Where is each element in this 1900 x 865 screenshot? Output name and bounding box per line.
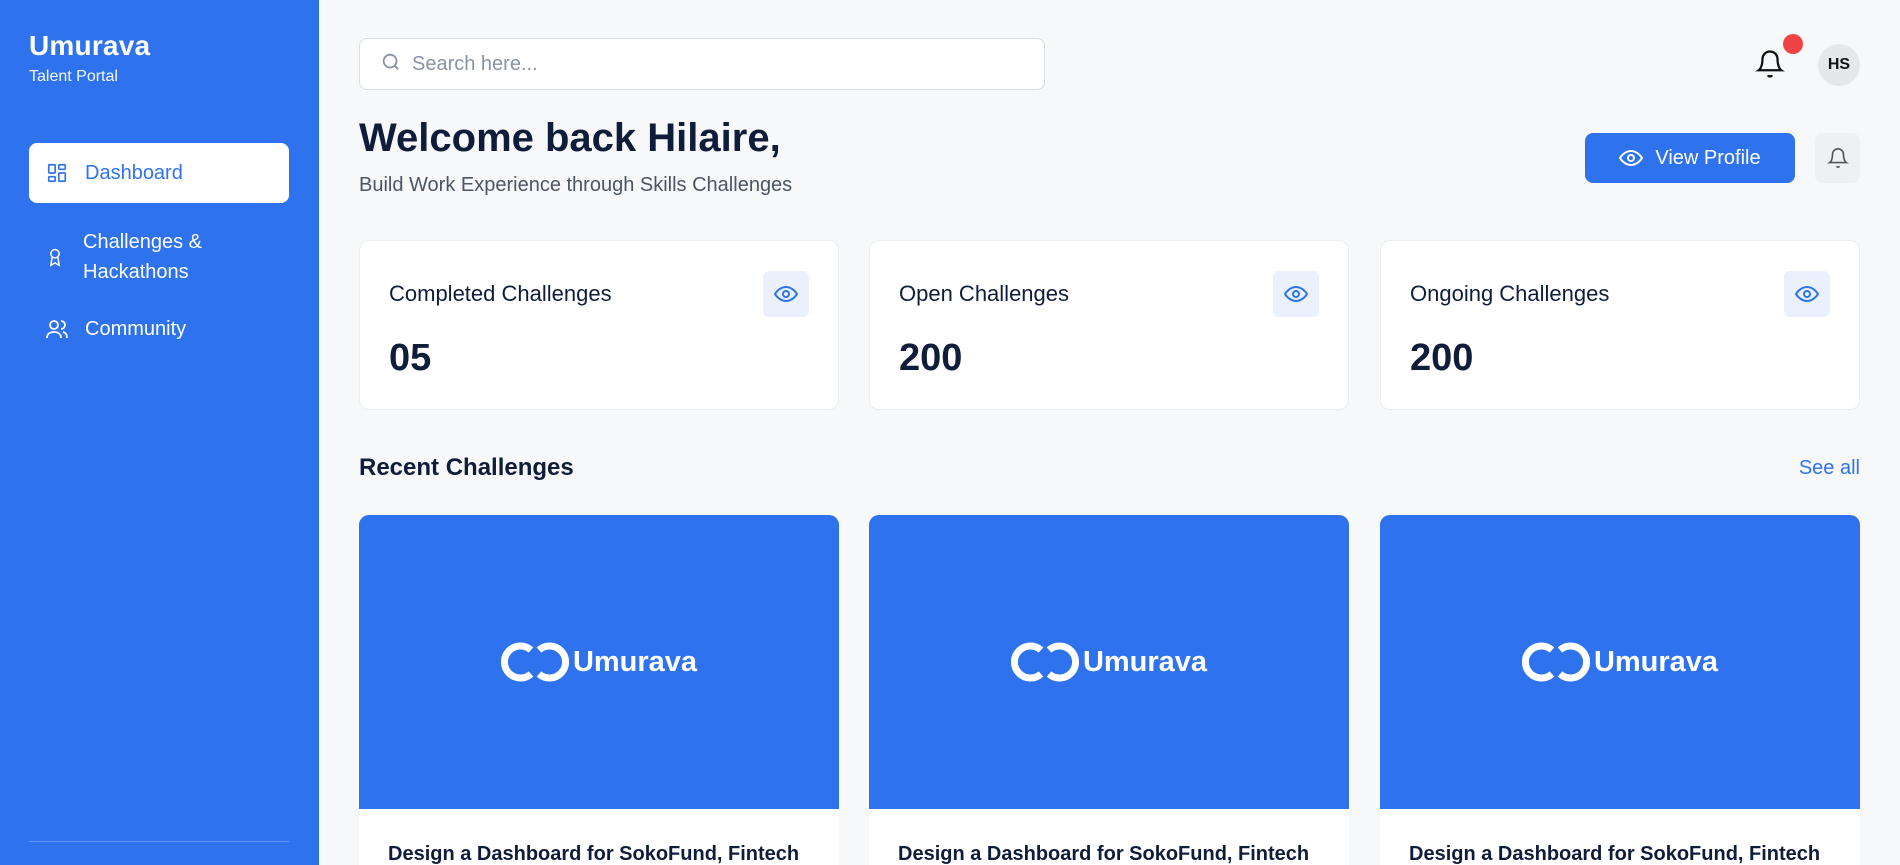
see-all-link[interactable]: See all — [1799, 457, 1860, 480]
stat-card-ongoing: Ongoing Challenges 200 — [1380, 240, 1860, 410]
brand: Umurava Talent Portal — [29, 30, 150, 86]
logo-mark-icon — [1521, 642, 1590, 682]
page-title: Welcome back Hilaire, — [359, 116, 781, 160]
view-stat-button[interactable] — [1784, 271, 1830, 317]
section-title: Recent Challenges — [359, 454, 574, 481]
users-icon — [45, 317, 69, 341]
logo-mark-icon — [500, 642, 569, 682]
award-icon — [43, 245, 67, 269]
stat-card-open: Open Challenges 200 — [869, 240, 1349, 410]
sidebar-item-challenges[interactable]: Challenges & Hackathons — [29, 227, 289, 287]
card-banner: Umurava — [869, 515, 1349, 809]
eye-icon — [1619, 146, 1644, 170]
stat-label: Completed Challenges — [389, 281, 612, 306]
search-icon — [380, 51, 402, 78]
card-banner: Umurava — [359, 515, 839, 809]
search-input[interactable] — [412, 52, 1012, 76]
challenge-card[interactable]: Umurava Design a Dashboard for SokoFund,… — [869, 515, 1349, 865]
dashboard-icon — [45, 161, 69, 185]
umurava-logo: Umurava — [1010, 638, 1208, 686]
card-title: Design a Dashboard for SokoFund, Fintech — [898, 843, 1310, 865]
stat-label: Ongoing Challenges — [1410, 281, 1610, 306]
eye-icon — [1284, 285, 1308, 303]
challenge-card[interactable]: Umurava Design a Dashboard for SokoFund,… — [1380, 515, 1860, 865]
stat-value: 05 — [389, 337, 432, 379]
avatar[interactable]: HS — [1818, 44, 1860, 86]
bell-icon — [1826, 148, 1849, 168]
bell-icon — [1755, 50, 1785, 78]
card-title: Design a Dashboard for SokoFund, Fintech — [388, 843, 800, 865]
notifications-button[interactable] — [1755, 48, 1785, 80]
sidebar-item-label: Community — [85, 317, 187, 340]
sidebar-item-label: Dashboard — [85, 161, 183, 184]
view-stat-button[interactable] — [1273, 271, 1319, 317]
brand-subtitle: Talent Portal — [29, 68, 118, 85]
stat-value: 200 — [1410, 337, 1474, 379]
logo-text: Umurava — [1593, 645, 1719, 678]
brand-title: Umurava — [29, 30, 151, 61]
sidebar-item-label: Challenges & Hackathons — [83, 231, 202, 283]
sidebar-item-dashboard[interactable]: Dashboard — [29, 143, 289, 203]
header-bell-button[interactable] — [1815, 133, 1860, 183]
sidebar: Umurava Talent Portal Dashboard Challeng… — [0, 0, 319, 865]
notification-badge — [1783, 34, 1803, 54]
stat-label: Open Challenges — [899, 281, 1070, 306]
eye-icon — [774, 285, 798, 303]
logo-mark-icon — [1010, 642, 1079, 682]
stat-value: 200 — [899, 337, 963, 379]
umurava-logo: Umurava — [1521, 638, 1719, 686]
eye-icon — [1795, 285, 1819, 303]
logo-text: Umurava — [1082, 645, 1208, 678]
sidebar-item-community[interactable]: Community — [29, 309, 289, 349]
view-stat-button[interactable] — [763, 271, 809, 317]
search-box[interactable] — [359, 38, 1045, 90]
sidebar-divider — [29, 841, 289, 842]
sidebar-nav: Dashboard Challenges & Hackathons Commun… — [29, 143, 289, 349]
challenge-card[interactable]: Umurava Design a Dashboard for SokoFund,… — [359, 515, 839, 865]
card-banner: Umurava — [1380, 515, 1860, 809]
umurava-logo: Umurava — [500, 638, 698, 686]
view-profile-label: View Profile — [1655, 146, 1761, 169]
view-profile-button[interactable]: View Profile — [1585, 133, 1795, 183]
card-title: Design a Dashboard for SokoFund, Fintech — [1409, 843, 1821, 865]
stat-card-completed: Completed Challenges 05 — [359, 240, 839, 410]
logo-text: Umurava — [572, 645, 698, 678]
page-subtitle: Build Work Experience through Skills Cha… — [359, 174, 793, 196]
